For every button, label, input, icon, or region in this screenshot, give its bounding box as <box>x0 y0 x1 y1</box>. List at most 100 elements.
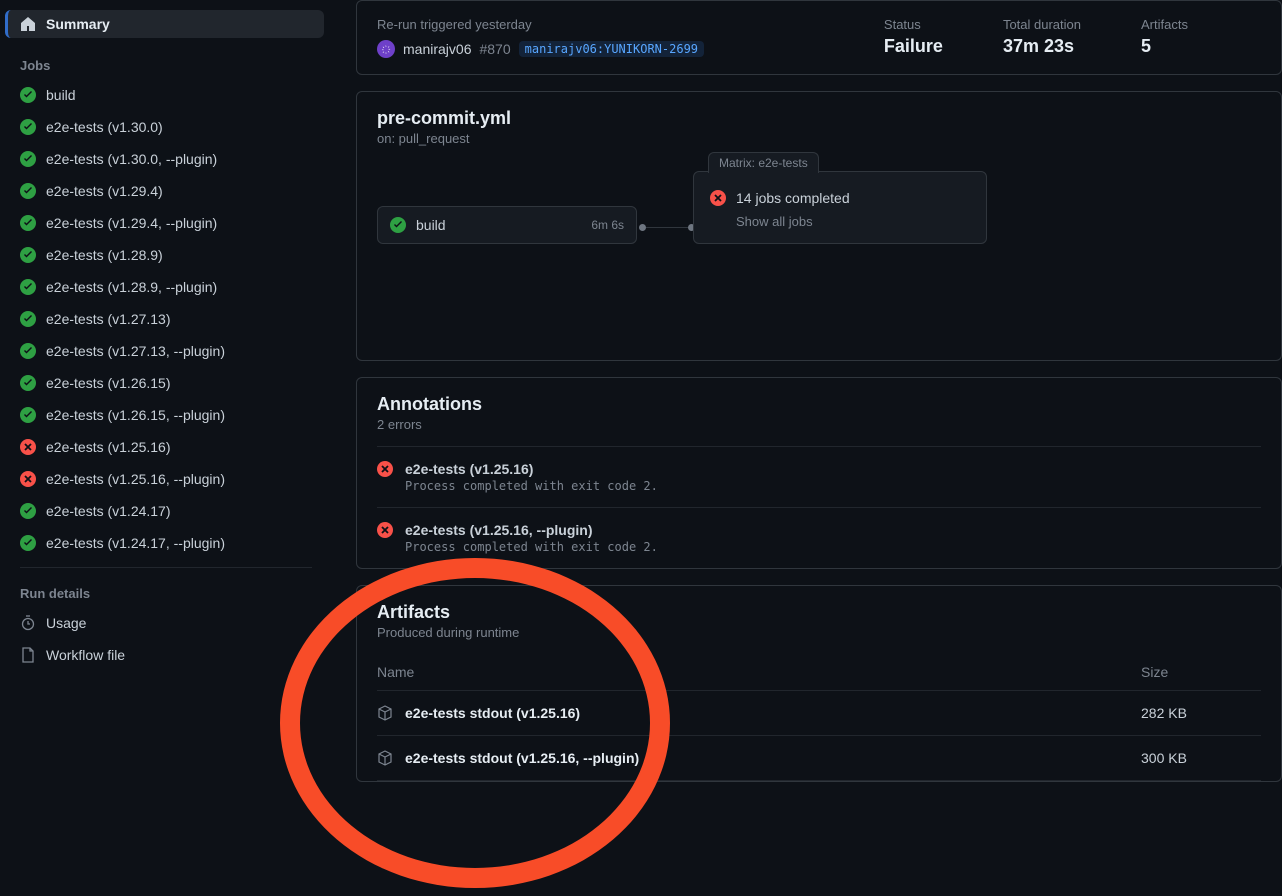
artifact-row[interactable]: e2e-tests stdout (v1.25.16, --plugin) 300… <box>377 736 1261 781</box>
sidebar-job-item[interactable]: e2e-tests (v1.27.13, --plugin) <box>8 337 324 365</box>
actor-link[interactable]: manirajv06 <box>403 41 471 57</box>
sidebar-job-item[interactable]: e2e-tests (v1.24.17, --plugin) <box>8 529 324 557</box>
stopwatch-icon <box>20 615 36 631</box>
job-label: e2e-tests (v1.29.4, --plugin) <box>46 215 217 231</box>
jobs-section-label: Jobs <box>8 50 324 81</box>
run-details-list: Usage Workflow file <box>8 609 324 669</box>
artifact-row[interactable]: e2e-tests stdout (v1.25.16) 282 KB <box>377 691 1261 736</box>
failure-icon <box>377 522 393 538</box>
artifacts-name-col: Name <box>377 664 1101 680</box>
job-label: e2e-tests (v1.28.9, --plugin) <box>46 279 217 295</box>
job-label: build <box>46 87 76 103</box>
success-icon <box>20 311 36 327</box>
workflow-trigger-text: on: pull_request <box>377 131 1261 146</box>
sidebar-job-item[interactable]: e2e-tests (v1.25.16) <box>8 433 324 461</box>
run-header-panel: Re-run triggered yesterday ҉ manirajv06 … <box>356 0 1282 75</box>
graph-matrix-node[interactable]: Matrix: e2e-tests 14 jobs completed Show… <box>693 171 987 244</box>
artifacts-value[interactable]: 5 <box>1141 36 1261 57</box>
sidebar-job-item[interactable]: e2e-tests (v1.27.13) <box>8 305 324 333</box>
success-icon <box>20 375 36 391</box>
artifacts-subtitle: Produced during runtime <box>377 625 1261 640</box>
failure-icon <box>710 190 726 206</box>
run-detail-item[interactable]: Workflow file <box>8 641 324 669</box>
run-detail-item[interactable]: Usage <box>8 609 324 637</box>
annotation-message: Process completed with exit code 2. <box>405 540 658 554</box>
job-label: e2e-tests (v1.24.17, --plugin) <box>46 535 225 551</box>
annotation-item[interactable]: e2e-tests (v1.25.16) Process completed wi… <box>377 446 1261 507</box>
sidebar-job-item[interactable]: e2e-tests (v1.28.9) <box>8 241 324 269</box>
failure-icon <box>20 439 36 455</box>
success-icon <box>20 535 36 551</box>
annotations-panel: Annotations 2 errors e2e-tests (v1.25.16… <box>356 377 1282 569</box>
success-icon <box>20 119 36 135</box>
artifact-size: 282 KB <box>1141 705 1261 721</box>
artifacts-title: Artifacts <box>377 602 1261 623</box>
package-icon <box>377 705 393 721</box>
build-node-label: build <box>416 217 446 233</box>
annotations-subtitle: 2 errors <box>377 417 1261 432</box>
graph-build-node[interactable]: build 6m 6s <box>377 206 637 244</box>
duration-label: Total duration <box>1003 17 1081 32</box>
sidebar-job-item[interactable]: e2e-tests (v1.28.9, --plugin) <box>8 273 324 301</box>
annotations-title: Annotations <box>377 394 1261 415</box>
triggered-text: Re-run triggered yesterday <box>377 17 824 32</box>
workflow-file-title[interactable]: pre-commit.yml <box>377 108 1261 129</box>
artifact-name: e2e-tests stdout (v1.25.16, --plugin) <box>405 750 1129 766</box>
duration-value[interactable]: 37m 23s <box>1003 36 1081 57</box>
jobs-list: build e2e-tests (v1.30.0) e2e-tests (v1.30… <box>8 81 324 557</box>
job-label: e2e-tests (v1.26.15) <box>46 375 171 391</box>
sidebar-job-item[interactable]: e2e-tests (v1.24.17) <box>8 497 324 525</box>
sidebar: Summary Jobs build e2e-tests (v1.30.0) e2e… <box>0 0 340 896</box>
build-node-duration: 6m 6s <box>591 218 624 232</box>
show-all-jobs-link[interactable]: Show all jobs <box>736 214 970 229</box>
annotation-head: e2e-tests (v1.25.16) <box>405 461 658 477</box>
success-icon <box>20 407 36 423</box>
sidebar-job-item[interactable]: e2e-tests (v1.30.0, --plugin) <box>8 145 324 173</box>
sidebar-job-item[interactable]: e2e-tests (v1.25.16, --plugin) <box>8 465 324 493</box>
job-label: e2e-tests (v1.29.4) <box>46 183 163 199</box>
artifact-name: e2e-tests stdout (v1.25.16) <box>405 705 1129 721</box>
job-label: e2e-tests (v1.26.15, --plugin) <box>46 407 225 423</box>
matrix-summary-text: 14 jobs completed <box>736 190 850 206</box>
sidebar-job-item[interactable]: e2e-tests (v1.29.4, --plugin) <box>8 209 324 237</box>
house-icon <box>20 16 36 32</box>
sidebar-summary[interactable]: Summary <box>5 10 324 38</box>
artifacts-size-col: Size <box>1141 664 1261 680</box>
job-label: e2e-tests (v1.27.13) <box>46 311 171 327</box>
annotation-head: e2e-tests (v1.25.16, --plugin) <box>405 522 658 538</box>
package-icon <box>377 750 393 766</box>
detail-label: Workflow file <box>46 647 125 663</box>
success-icon <box>20 151 36 167</box>
job-label: e2e-tests (v1.25.16) <box>46 439 171 455</box>
job-label: e2e-tests (v1.30.0) <box>46 119 163 135</box>
main-content: Re-run triggered yesterday ҉ manirajv06 … <box>340 0 1282 896</box>
success-icon <box>20 87 36 103</box>
branch-tag[interactable]: manirajv06:YUNIKORN-2699 <box>519 41 704 57</box>
annotation-item[interactable]: e2e-tests (v1.25.16, --plugin) Process co… <box>377 507 1261 568</box>
summary-label: Summary <box>46 16 110 32</box>
workflow-graph-panel: pre-commit.yml on: pull_request build 6m… <box>356 91 1282 361</box>
matrix-tab-label: Matrix: e2e-tests <box>708 152 819 173</box>
avatar[interactable]: ҉ <box>377 40 395 58</box>
success-icon <box>20 343 36 359</box>
success-icon <box>20 183 36 199</box>
detail-label: Usage <box>46 615 86 631</box>
sidebar-job-item[interactable]: e2e-tests (v1.29.4) <box>8 177 324 205</box>
failure-icon <box>377 461 393 477</box>
status-value: Failure <box>884 36 943 57</box>
file-icon <box>20 647 36 663</box>
sidebar-job-item[interactable]: e2e-tests (v1.30.0) <box>8 113 324 141</box>
annotation-message: Process completed with exit code 2. <box>405 479 658 493</box>
success-icon <box>20 279 36 295</box>
success-icon <box>20 503 36 519</box>
job-label: e2e-tests (v1.28.9) <box>46 247 163 263</box>
artifacts-panel: Artifacts Produced during runtime Name S… <box>356 585 1282 782</box>
job-label: e2e-tests (v1.30.0, --plugin) <box>46 151 217 167</box>
artifacts-label: Artifacts <box>1141 17 1261 32</box>
failure-icon <box>20 471 36 487</box>
sidebar-job-item[interactable]: build <box>8 81 324 109</box>
sidebar-job-item[interactable]: e2e-tests (v1.26.15) <box>8 369 324 397</box>
success-icon <box>20 247 36 263</box>
artifact-size: 300 KB <box>1141 750 1261 766</box>
sidebar-job-item[interactable]: e2e-tests (v1.26.15, --plugin) <box>8 401 324 429</box>
